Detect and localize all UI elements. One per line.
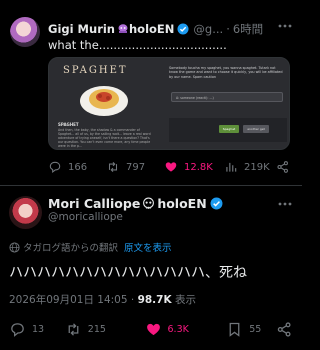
like-count: 12.8K [184,161,213,173]
share-button[interactable] [276,321,299,337]
reply-button[interactable]: 13 [9,322,65,337]
share-icon [277,321,291,337]
tweet-text: ハハハハハハハハハハハハハハ、死ね [9,265,247,281]
handle[interactable]: @moricalliope [48,211,123,223]
view-count: 219K [244,161,270,173]
avatar[interactable] [9,196,42,229]
views-label: 表示 [171,294,196,306]
display-name[interactable]: Gigi Murin [48,22,115,36]
spaghetti-image [80,86,128,116]
avatar[interactable] [10,17,40,47]
media-right-text: Somebody toucha my spaghet, you wanna sp… [169,66,283,79]
media-image[interactable]: SPAGHET SPAGHET And then, the baby, the … [48,57,290,150]
views-button[interactable]: 219K [224,160,276,174]
bookmark-count: 55 [249,323,262,335]
verified-icon [177,23,189,35]
action-bar: 166 797 12.8K 219K [48,160,298,174]
globe-icon [9,241,20,253]
skull-emoji-icon [143,197,155,209]
like-count: 6.3K [167,323,189,335]
media-button-primary: Spaghet [219,125,239,133]
handle[interactable]: @g... [193,22,223,36]
translation-label: タガログ語からの翻訳 [23,243,119,254]
media-button-secondary: another get [243,125,269,133]
media-caption: SPAGHET [58,122,79,127]
action-bar: 13 215 6.3K 55 [9,321,299,337]
share-icon [277,161,288,173]
retweet-button[interactable]: 797 [106,160,164,174]
bookmark-button[interactable]: 55 [226,322,276,337]
translation-notice: タガログ語からの翻訳 原文を表示 [9,240,172,254]
like-button[interactable]: 12.8K [164,160,224,174]
reply-count: 166 [68,161,88,173]
reply-icon [49,161,61,174]
display-name-suffix[interactable]: holoEN [157,196,206,211]
view-count: 98.7K [137,294,172,306]
more-icon[interactable] [278,24,292,28]
tweet-meta: 2026年09月01日 14:05 · 98.7K 表示 [9,292,196,307]
reply-button[interactable]: 166 [48,160,106,174]
timestamp[interactable]: 6時間 [233,21,263,37]
more-icon[interactable] [278,202,292,206]
media-button-bar: Spaghet another get [169,118,287,142]
divider [0,185,302,186]
media-title: SPAGHET [63,65,128,76]
post-date[interactable]: 2026年09月01日 14:05 · [9,294,138,306]
retweet-count: 797 [126,161,146,173]
like-button[interactable]: 6.3K [145,322,227,336]
octopus-emoji-icon [118,24,128,33]
retweet-count: 215 [87,323,106,335]
like-icon [146,323,160,335]
media-input: A: someone (reacti): ...) [171,92,283,102]
display-name[interactable]: Mori Calliope [48,196,140,211]
bookmark-icon [229,322,240,337]
share-button[interactable] [276,160,296,174]
media-small-text: And then, the baby, the shadow & a comma… [58,128,151,148]
verified-icon [210,197,223,210]
retweet-button[interactable]: 215 [65,322,145,336]
separator-dot: · [226,22,230,36]
reply-count: 13 [32,323,45,335]
media-left-panel: SPAGHET SPAGHET And then, the baby, the … [56,62,156,148]
reply-icon [11,322,24,337]
tweet-header: Mori Calliope holoEN [48,196,225,211]
tweet-quoted[interactable]: Gigi Murin holoEN @g... · 6時間 what the..… [0,0,302,186]
retweet-icon [108,161,118,173]
tweet-header: Gigi Murin holoEN @g... · 6時間 [48,21,263,37]
show-original-link[interactable]: 原文を表示 [124,240,172,254]
display-name-suffix[interactable]: holoEN [129,22,174,36]
like-icon [165,162,177,172]
views-icon [226,162,237,172]
tweet-text: what the................................… [48,38,227,52]
retweet-icon [68,322,79,336]
